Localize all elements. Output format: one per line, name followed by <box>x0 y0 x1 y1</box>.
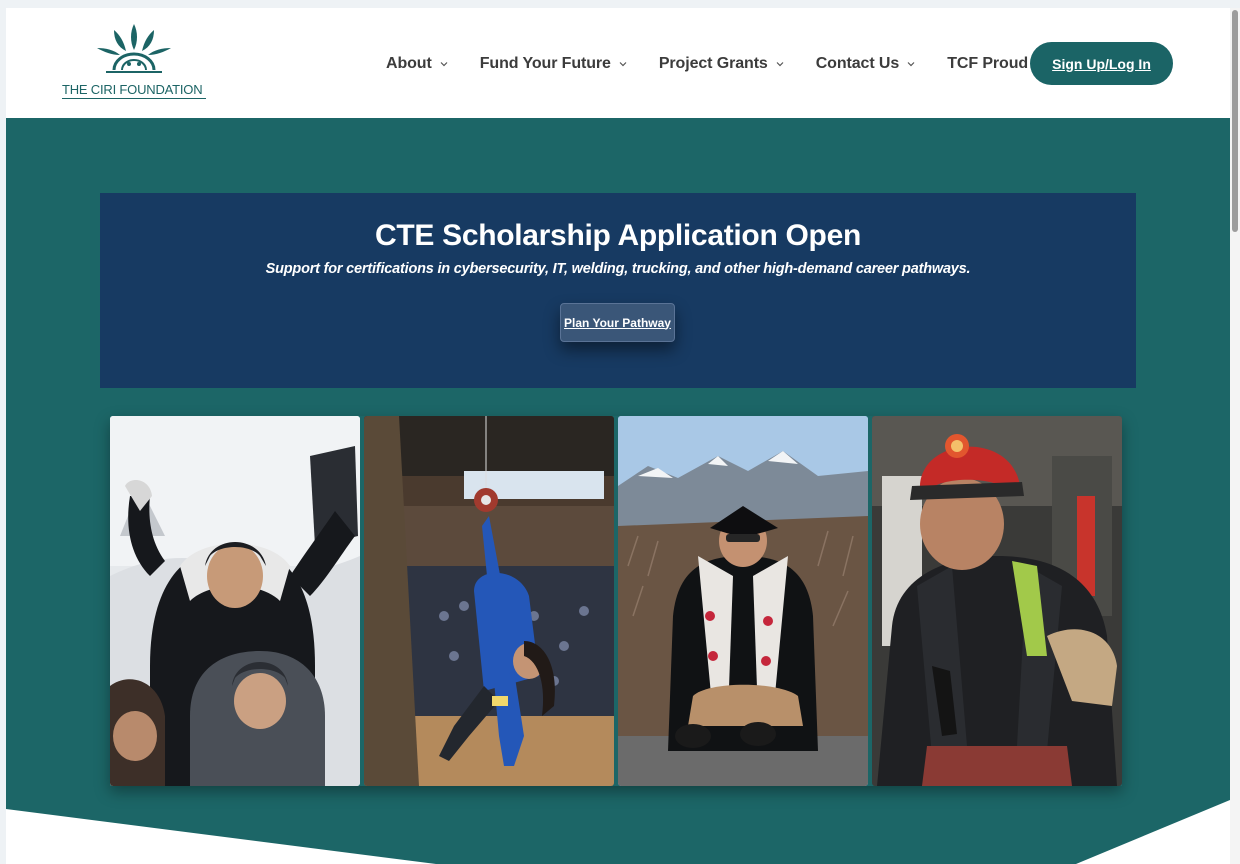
page: THE CIRI FOUNDATION About Fund Your Futu… <box>6 8 1230 864</box>
bottom-divider <box>6 800 1230 864</box>
nav-item-label: Project Grants <box>658 55 768 72</box>
cte-scholarship-banner: CTE Scholarship Application Open Support… <box>100 193 1136 388</box>
nav-item-about[interactable]: About <box>386 55 448 73</box>
photo-graduate-mountains <box>618 416 868 786</box>
photo-gallery <box>110 416 1122 786</box>
nav-item-project-grants[interactable]: Project Grants <box>659 55 784 73</box>
signup-login-button[interactable]: Sign Up/Log In <box>1030 42 1173 85</box>
photo-students-celebrating-snow <box>110 416 360 786</box>
nav-item-contact-us[interactable]: Contact Us <box>816 55 915 73</box>
chevron-down-icon <box>907 62 915 67</box>
photo-firefighter-helmet <box>872 416 1122 786</box>
chevron-down-icon <box>776 62 784 67</box>
banner-subtitle: Support for certifications in cybersecur… <box>265 261 971 277</box>
nav-item-label: Fund Your Future <box>479 55 611 72</box>
logo-text: THE CIRI FOUNDATION <box>62 82 206 99</box>
plan-your-pathway-button[interactable]: Plan Your Pathway <box>560 303 675 342</box>
nav-item-label: About <box>386 55 432 72</box>
nav-item-label: TCF Proud <box>947 55 1029 72</box>
chevron-down-icon <box>440 62 448 67</box>
nav-item-tcf-proud[interactable]: TCF Proud <box>947 55 1028 73</box>
chevron-down-icon <box>619 62 627 67</box>
nav-item-label: Contact Us <box>815 55 900 72</box>
sunrise-logo-icon <box>97 24 171 73</box>
main-nav: About Fund Your Future Project Grants Co… <box>386 52 1028 76</box>
photo-athlete-high-kick <box>364 416 614 786</box>
scrollbar-thumb[interactable] <box>1232 10 1238 232</box>
site-header: THE CIRI FOUNDATION About Fund Your Futu… <box>6 8 1230 118</box>
page-scrollbar[interactable] <box>1230 8 1240 864</box>
nav-item-fund-your-future[interactable]: Fund Your Future <box>480 55 627 73</box>
hero-section: CTE Scholarship Application Open Support… <box>6 118 1230 864</box>
banner-title: CTE Scholarship Application Open <box>374 219 861 252</box>
ciri-foundation-logo[interactable]: THE CIRI FOUNDATION <box>62 20 206 99</box>
